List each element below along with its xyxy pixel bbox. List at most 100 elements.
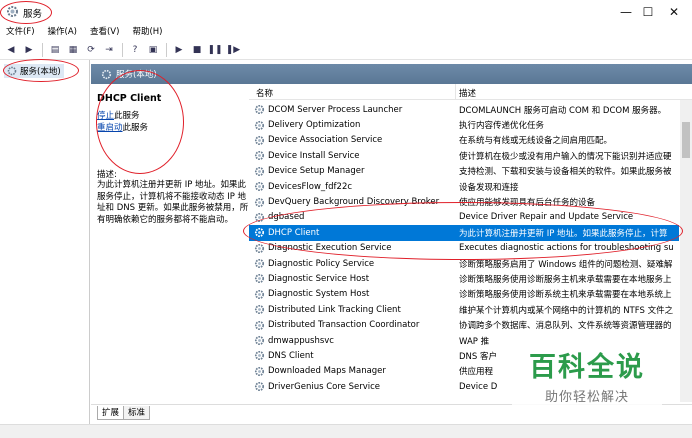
back-arrow-icon[interactable]: ◀	[4, 43, 18, 57]
service-gear-icon	[254, 182, 265, 192]
menu-view[interactable]: 查看(V)	[90, 24, 119, 40]
service-name: DriverGenius Core Service	[268, 381, 381, 392]
service-row[interactable]: Distributed Transaction Coordinator 协调跨多个…	[249, 317, 679, 332]
toolbar-separator	[42, 42, 43, 57]
service-name: DevicesFlow_fdf22c	[268, 181, 353, 192]
service-gear-icon	[254, 151, 265, 161]
tab-standard[interactable]: 标准	[123, 406, 151, 420]
service-row[interactable]: DevQuery Background Discovery Broker 使应用能…	[249, 194, 679, 209]
service-gear-icon	[254, 274, 265, 284]
service-description: 协调跨多个数据库、消息队列、文件系统等资源管理器的	[459, 321, 672, 332]
service-description: Executes diagnostic actions for troubles…	[459, 243, 674, 254]
service-gear-icon	[254, 228, 265, 238]
stop-service-icon[interactable]: ■	[190, 43, 204, 57]
tree-item-services-local[interactable]: 服务(本地)	[4, 64, 64, 78]
service-name: DevQuery Background Discovery Broker	[268, 197, 440, 208]
service-row[interactable]: Device Setup Manager 支持检测、下载和安装与设备相关的软件。如…	[249, 164, 679, 179]
service-row[interactable]: DHCP Client 为此计算机注册并更新 IP 地址。如果此服务停止，计算	[249, 225, 679, 241]
refresh-icon[interactable]: ⟳	[84, 43, 98, 57]
description-pane: DHCP Client 停止此服务 重启动此服务 描述: 为此计算机注册并更新 …	[91, 84, 251, 404]
service-name: DHCP Client	[268, 227, 320, 238]
service-name: dgbased	[268, 212, 305, 223]
restart-service-icon[interactable]: ❚▶	[226, 43, 240, 57]
service-description: 使应用能够发现具有后台任务的设备	[459, 198, 596, 209]
service-row[interactable]: DCOM Server Process Launcher DCOMLAUNCH 服…	[249, 102, 679, 117]
service-row[interactable]: Distributed Link Tracking Client 维护某个计算机内…	[249, 302, 679, 317]
services-gear-icon	[101, 69, 112, 79]
watermark-subtitle: 助你轻松解决	[544, 389, 629, 405]
service-name: Device Install Service	[268, 150, 360, 161]
service-gear-icon	[254, 320, 265, 330]
service-description: 诊断策略服务使用诊断系统主机来承载需要在本地系统上	[459, 290, 672, 301]
service-gear-icon	[254, 259, 265, 269]
sort-ascending-icon: ^	[349, 84, 357, 91]
service-description: 维护某个计算机内或某个网络中的计算机的 NTFS 文件之	[459, 305, 674, 316]
restart-suffix: 此服务	[122, 123, 149, 133]
service-row[interactable]: Diagnostic Service Host 诊断策略服务使用诊断服务主机来承载…	[249, 271, 679, 286]
column-header-name[interactable]: 名称	[256, 87, 273, 99]
service-name: DNS Client	[268, 350, 314, 361]
service-description: 诊断策略服务使用诊断服务主机来承载需要在本地服务上	[459, 274, 672, 285]
service-gear-icon	[254, 135, 265, 146]
list-header: ^ 名称 描述	[249, 84, 692, 100]
watermark: 百科全说 助你轻松解决	[512, 345, 662, 411]
window-title: 服务	[23, 9, 43, 20]
toolbar: ◀ ▶ ▤ ▦ ⟳ ⇥ ? ▣ ▶ ■ ❚❚ ❚▶	[0, 40, 692, 60]
service-name: Distributed Transaction Coordinator	[268, 320, 420, 331]
menu-file[interactable]: 文件(F)	[6, 24, 35, 40]
service-row[interactable]: Device Association Service 在系统与有线或无线设备之间启…	[249, 133, 679, 148]
service-row[interactable]: Diagnostic System Host 诊断策略服务使用诊断系统主机来承载需…	[249, 287, 679, 302]
services-gear-icon	[7, 6, 18, 17]
tab-extended[interactable]: 扩展	[97, 406, 125, 420]
service-row[interactable]: Diagnostic Execution Service Executes dia…	[249, 241, 679, 256]
title-bar: 服务 — ☐ ✕	[0, 0, 692, 24]
service-name: Diagnostic Execution Service	[268, 243, 392, 254]
menu-bar: 文件(F) 操作(A) 查看(V) 帮助(H)	[0, 24, 692, 40]
service-description: Device Driver Repair and Update Service	[459, 212, 634, 223]
close-button[interactable]: ✕	[652, 0, 692, 24]
service-description: DCOMLAUNCH 服务可启动 COM 和 DCOM 服务器。	[459, 105, 667, 116]
vertical-scrollbar[interactable]	[680, 100, 692, 402]
service-gear-icon	[254, 243, 265, 253]
service-description: 执行内容传递优化任务	[459, 121, 545, 132]
scrollbar-thumb[interactable]	[682, 122, 690, 158]
panel-title: 服务(本地)	[116, 70, 157, 80]
view-icon[interactable]: ▣	[146, 43, 160, 57]
service-row[interactable]: Delivery Optimization 执行内容传递优化任务	[249, 117, 679, 132]
service-gear-icon	[254, 335, 265, 346]
restart-service-link[interactable]: 重启动	[97, 123, 123, 133]
service-name: Delivery Optimization	[268, 120, 361, 131]
service-row[interactable]: Diagnostic Policy Service 诊断策略服务启用了 Windo…	[249, 256, 679, 271]
start-service-icon[interactable]: ▶	[172, 43, 186, 57]
service-gear-icon	[254, 166, 265, 176]
pause-service-icon[interactable]: ❚❚	[207, 43, 222, 57]
column-divider[interactable]	[455, 84, 456, 100]
toolbar-separator	[122, 42, 123, 57]
service-row[interactable]: DevicesFlow_fdf22c 设备发现和连接	[249, 179, 679, 194]
service-gear-icon	[254, 197, 265, 207]
properties-icon[interactable]: ▦	[66, 43, 80, 57]
service-gear-icon	[254, 289, 265, 299]
selected-service-name: DHCP Client	[97, 93, 162, 104]
menu-action[interactable]: 操作(A)	[48, 24, 77, 40]
column-header-description[interactable]: 描述	[459, 87, 476, 99]
forward-arrow-icon[interactable]: ▶	[22, 43, 36, 57]
console-tree-icon[interactable]: ▤	[48, 43, 62, 57]
export-icon[interactable]: ⇥	[102, 43, 116, 57]
services-gear-icon	[7, 66, 17, 76]
service-gear-icon	[254, 351, 265, 361]
service-gear-icon	[254, 212, 265, 222]
description-label: 描述:	[97, 170, 117, 180]
stop-suffix: 此服务	[114, 111, 140, 121]
toolbar-separator	[166, 42, 167, 57]
service-row[interactable]: dgbased Device Driver Repair and Update S…	[249, 210, 679, 225]
help-icon[interactable]: ?	[128, 43, 142, 57]
service-description: 在系统与有线或无线设备之间启用匹配。	[459, 136, 613, 147]
service-row[interactable]: Device Install Service 使计算机在极少或没有用户输入的情况下…	[249, 148, 679, 163]
status-bar	[0, 424, 692, 438]
service-name: Device Association Service	[268, 135, 383, 146]
service-gear-icon	[254, 366, 265, 376]
service-name: Device Setup Manager	[268, 166, 365, 177]
menu-help[interactable]: 帮助(H)	[132, 24, 162, 40]
stop-service-link[interactable]: 停止	[97, 111, 114, 121]
